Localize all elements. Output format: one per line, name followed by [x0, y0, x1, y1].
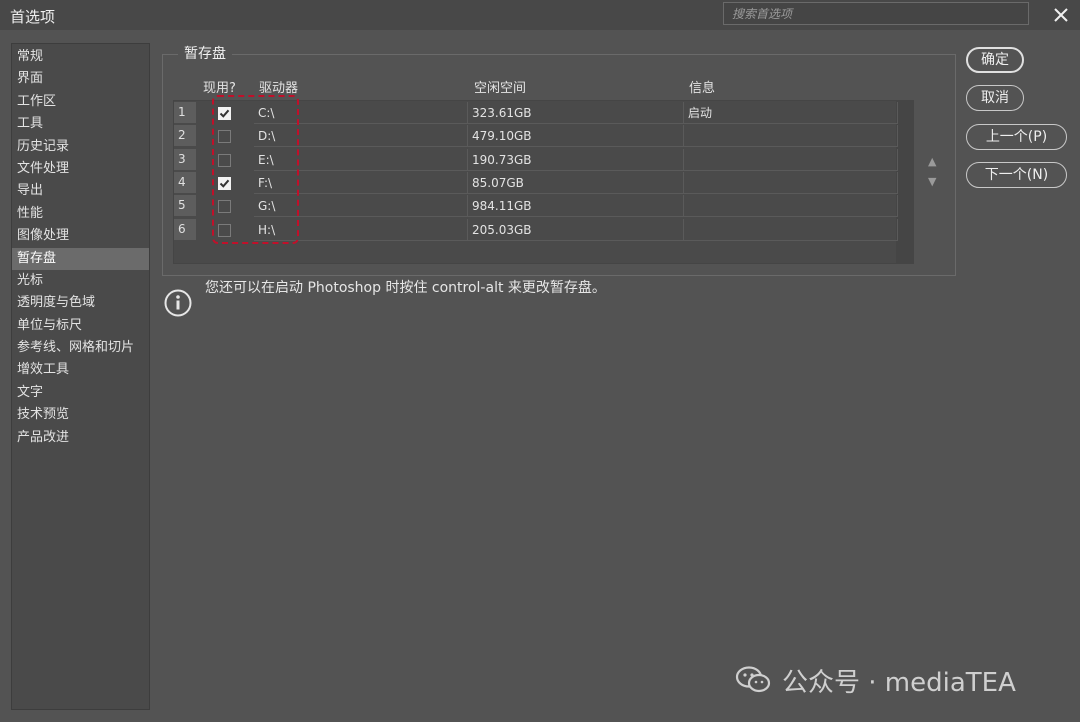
scratch-disk-table: 1 C:\ 323.61GB 启动 2 D:\ 479.10GB 3 E:\ 190.73GB 4 F… [173, 100, 914, 264]
sidebar-item[interactable]: 工具 [12, 113, 149, 135]
sidebar-item[interactable]: 技术预览 [12, 404, 149, 426]
sidebar-item[interactable]: 增效工具 [12, 359, 149, 381]
row-number: 6 [174, 218, 196, 240]
row-number: 4 [174, 171, 196, 193]
row-number: 2 [174, 125, 196, 147]
reorder-arrows: ▲ ▼ [928, 152, 936, 192]
free-space-cell: 190.73GB [468, 148, 684, 171]
sidebar-item[interactable]: 文件处理 [12, 158, 149, 180]
drive-cell: G:\ [254, 195, 468, 218]
move-up-icon[interactable]: ▲ [928, 152, 936, 172]
sidebar: 常规 界面 工作区 工具 历史记录 文件处理 导出 性能 图像处理 暂存盘 光标 透明度与色域 单位与标… [11, 43, 150, 710]
sidebar-item[interactable]: 工作区 [12, 91, 149, 113]
previous-button[interactable]: 上一个(P) [966, 124, 1067, 150]
info-icon [163, 288, 193, 318]
active-checkbox[interactable] [218, 153, 231, 167]
info-cell [684, 125, 898, 148]
free-space-cell: 323.61GB [468, 102, 684, 124]
free-space-cell: 479.10GB [468, 125, 684, 148]
drive-cell: H:\ [254, 218, 468, 241]
row-number: 1 [174, 102, 196, 123]
free-space-cell: 85.07GB [468, 171, 684, 194]
sidebar-item[interactable]: 历史记录 [12, 136, 149, 158]
table-row[interactable]: 3 E:\ 190.73GB [174, 148, 898, 172]
active-checkbox[interactable] [218, 176, 231, 190]
sidebar-item[interactable]: 图像处理 [12, 225, 149, 247]
info-cell [684, 195, 898, 218]
drive-cell: D:\ [254, 125, 468, 148]
active-checkbox[interactable] [218, 200, 231, 214]
table-row[interactable]: 4 F:\ 85.07GB [174, 171, 898, 195]
next-button[interactable]: 下一个(N) [966, 162, 1067, 188]
active-checkbox[interactable] [218, 130, 231, 144]
info-cell: 启动 [684, 102, 898, 124]
table-row[interactable]: 1 C:\ 323.61GB 启动 [174, 102, 898, 125]
search-input[interactable] [724, 3, 1028, 24]
drive-cell: E:\ [254, 148, 468, 171]
column-header-free-space: 空闲空间 [474, 81, 527, 96]
drive-cell: C:\ [254, 102, 468, 124]
panel-title: 暂存盘 [178, 43, 232, 63]
free-space-cell: 984.11GB [468, 195, 684, 218]
wechat-icon [735, 665, 773, 695]
sidebar-item[interactable]: 产品改进 [12, 427, 149, 449]
column-header-drive: 驱动器 [259, 81, 299, 96]
sidebar-item[interactable]: 导出 [12, 180, 149, 202]
sidebar-item[interactable]: 暂存盘 [12, 247, 149, 270]
move-down-icon[interactable]: ▼ [928, 172, 936, 192]
watermark-text: 公众号 · mediaTEA [782, 668, 1016, 698]
free-space-cell: 205.03GB [468, 218, 684, 241]
column-header-info: 信息 [689, 81, 716, 96]
close-icon[interactable] [1049, 4, 1073, 26]
window-title: 首选项 [10, 8, 56, 26]
sidebar-item[interactable]: 光标 [12, 270, 149, 292]
cancel-button[interactable]: 取消 [966, 85, 1024, 111]
row-number: 5 [174, 195, 196, 217]
table-row[interactable]: 2 D:\ 479.10GB [174, 125, 898, 148]
sidebar-item[interactable]: 常规 [12, 46, 149, 68]
active-checkbox[interactable] [218, 107, 231, 120]
info-cell [684, 218, 898, 241]
sidebar-item[interactable]: 界面 [12, 68, 149, 90]
ok-button[interactable]: 确定 [966, 47, 1024, 73]
sidebar-item[interactable]: 透明度与色域 [12, 292, 149, 314]
column-header-active: 现用? [203, 81, 236, 96]
table-row[interactable]: 5 G:\ 984.11GB [174, 195, 898, 218]
title-bar: 首选项 [0, 0, 1080, 30]
sidebar-item[interactable]: 单位与标尺 [12, 315, 149, 337]
sidebar-list: 常规 界面 工作区 工具 历史记录 文件处理 导出 性能 图像处理 暂存盘 光标 透明度与色域 单位与标… [12, 44, 149, 449]
info-cell [684, 171, 898, 194]
drive-cell: F:\ [254, 171, 468, 194]
table-scrollbar[interactable] [896, 101, 913, 263]
sidebar-item[interactable]: 文字 [12, 382, 149, 404]
table-row[interactable]: 6 H:\ 205.03GB [174, 218, 898, 242]
active-checkbox[interactable] [218, 223, 231, 237]
sidebar-item[interactable]: 性能 [12, 203, 149, 225]
row-number: 3 [174, 148, 196, 170]
scratch-disk-hint: 您还可以在启动 Photoshop 时按住 control-alt 来更改暂存盘… [205, 280, 606, 296]
sidebar-item[interactable]: 参考线、网格和切片 [12, 337, 149, 359]
search-box[interactable] [723, 2, 1029, 25]
info-cell [684, 148, 898, 171]
